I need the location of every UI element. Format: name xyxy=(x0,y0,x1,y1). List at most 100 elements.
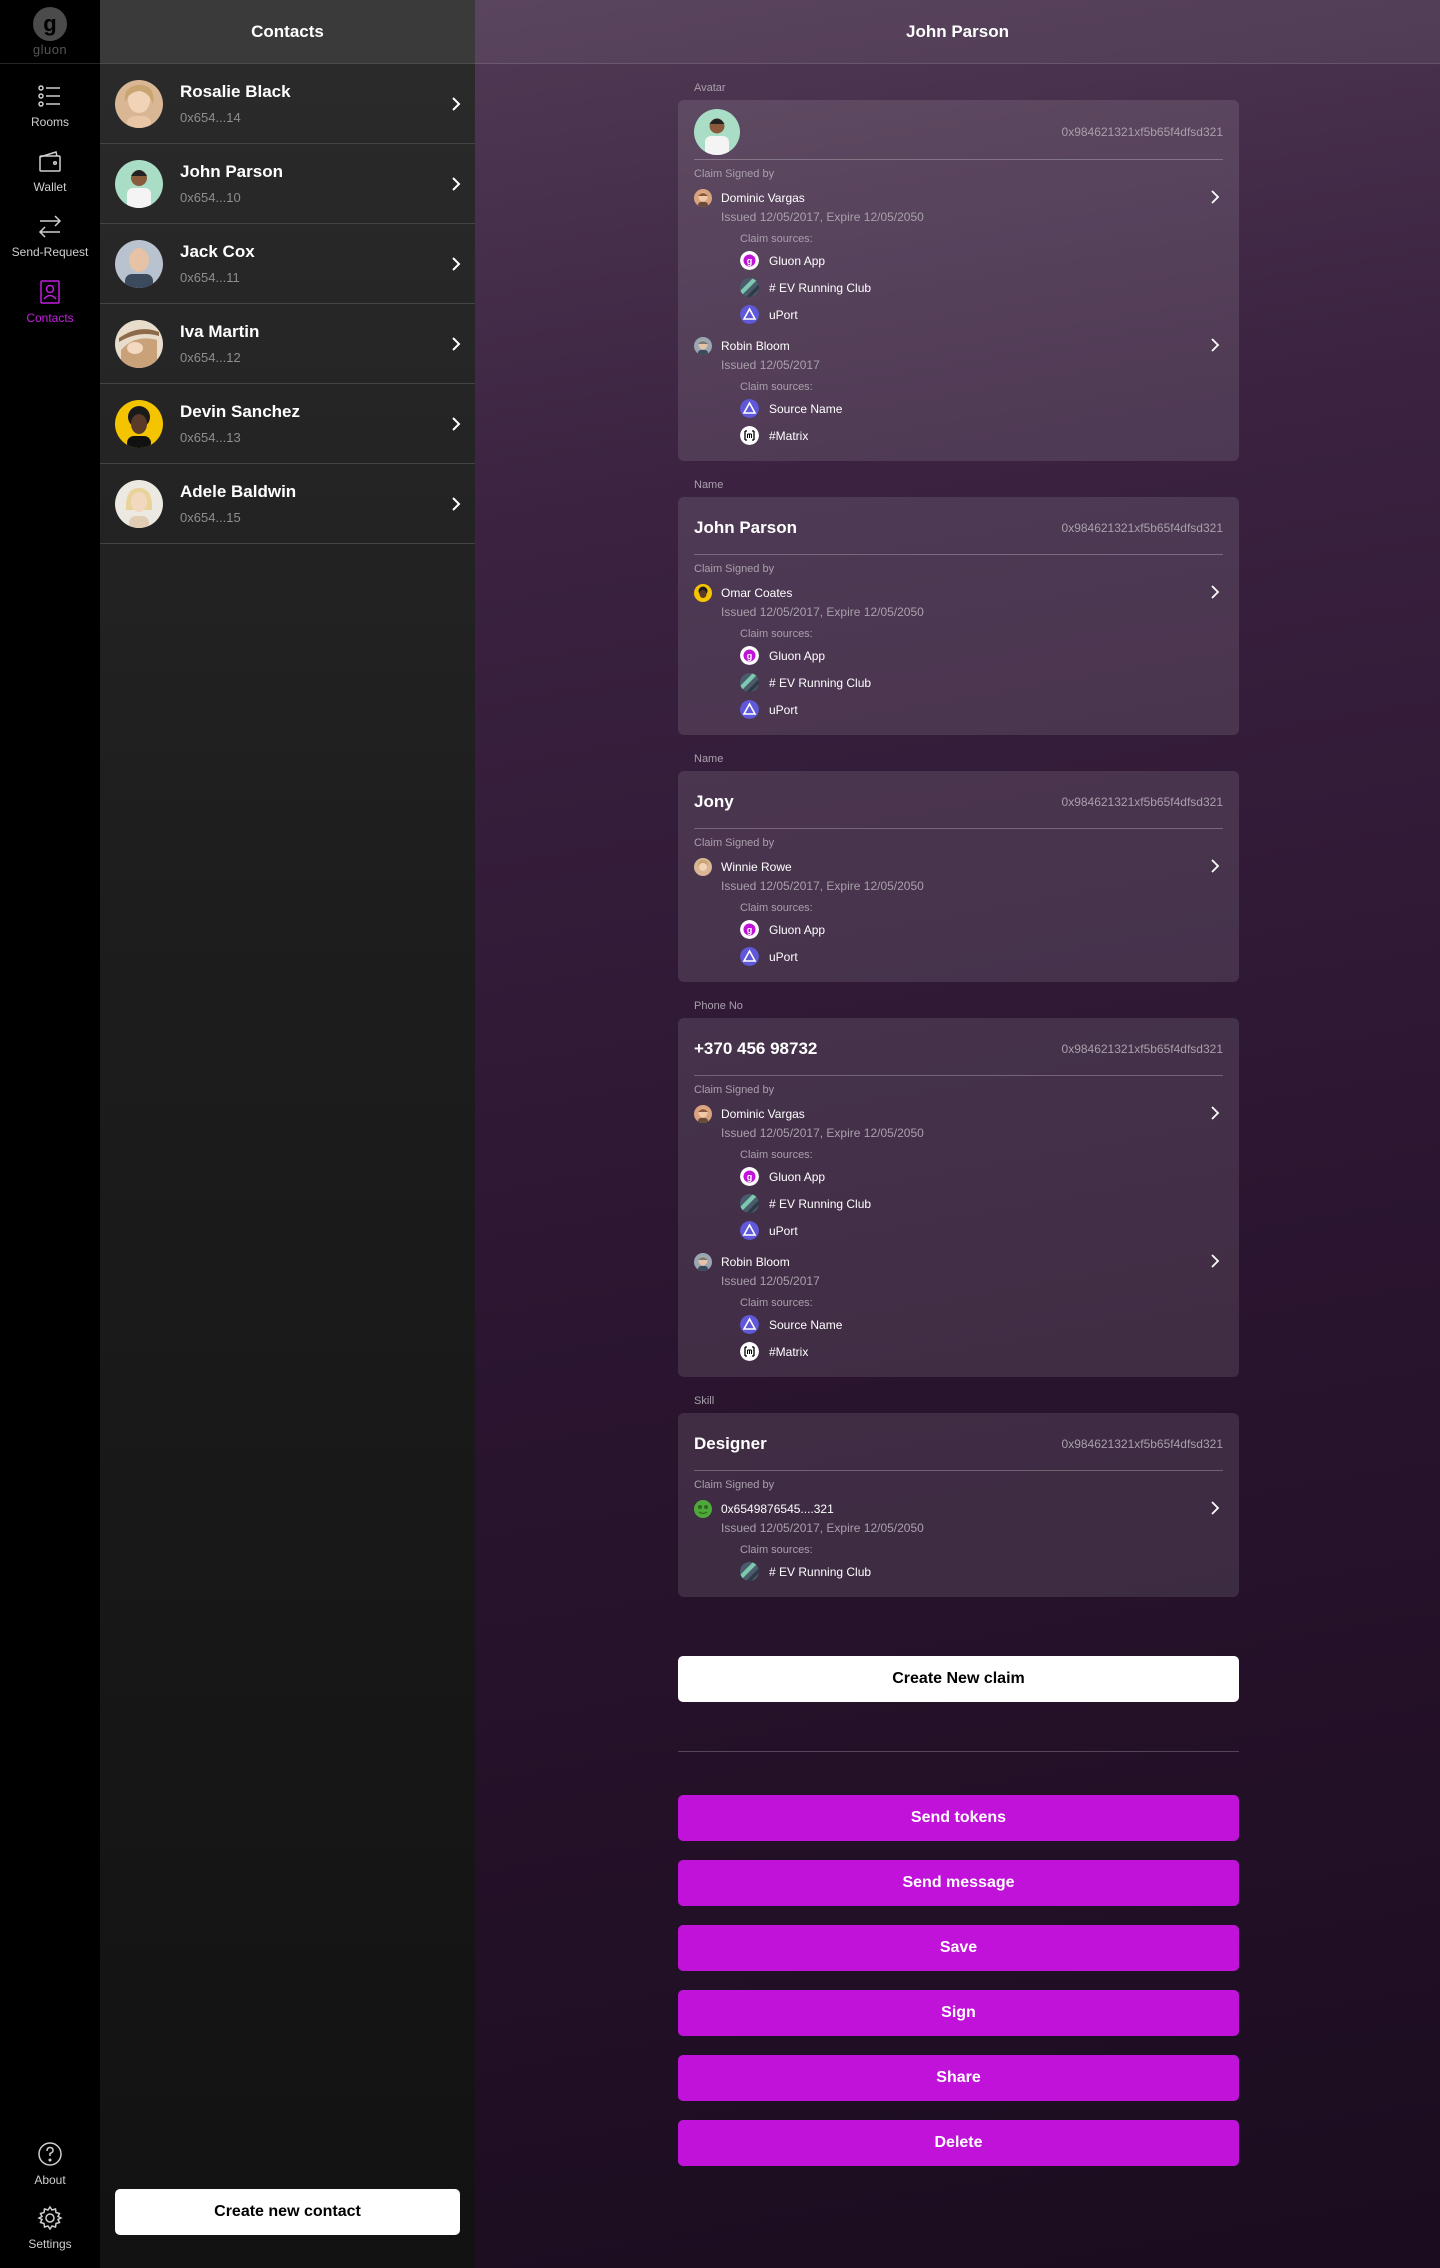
contact-list-item[interactable]: Devin Sanchez 0x654...13 xyxy=(100,384,475,464)
nav-item-wallet[interactable]: Wallet xyxy=(0,148,100,194)
avatar xyxy=(694,108,740,155)
signer-issued-date: Issued 12/05/2017 xyxy=(721,1274,820,1288)
running-club-icon xyxy=(740,278,759,297)
contact-list-item[interactable]: Iva Martin 0x654...12 xyxy=(100,304,475,384)
help-icon xyxy=(38,2142,62,2166)
nav-rail: g gluon Rooms Wallet Send-Request Contac… xyxy=(0,0,100,2268)
claim-source-item: # EV Running Club xyxy=(740,1190,1223,1217)
signer-name: Dominic Vargas xyxy=(721,191,805,205)
claim-source-item: uPort xyxy=(740,1217,1223,1244)
send-tokens-button[interactable]: Send tokens xyxy=(678,1795,1239,1841)
signer-name: Winnie Rowe xyxy=(721,860,792,874)
signer-issued-date: Issued 12/05/2017, Expire 12/05/2050 xyxy=(721,1521,924,1535)
nav-item-about[interactable]: About xyxy=(0,2141,100,2187)
save-button[interactable]: Save xyxy=(678,1925,1239,1971)
claim-signer[interactable]: Robin Bloom Issued 12/05/2017 Claim sour… xyxy=(694,336,1223,449)
claim-signer[interactable]: Winnie Rowe Issued 12/05/2017, Expire 12… xyxy=(694,857,1223,970)
claim-source-item: # EV Running Club xyxy=(740,1558,1223,1585)
contacts-icon xyxy=(40,280,60,304)
nav-label-send-request: Send-Request xyxy=(11,245,89,259)
claim-sources-label: Claim sources: xyxy=(740,902,813,914)
signer-issued-date: Issued 12/05/2017, Expire 12/05/2050 xyxy=(721,879,924,893)
claim-signer[interactable]: Dominic Vargas Issued 12/05/2017, Expire… xyxy=(694,1104,1223,1244)
claim-sources-label: Claim sources: xyxy=(740,1297,813,1309)
nav-item-send-request[interactable]: Send-Request xyxy=(0,213,100,259)
contact-address: 0x654...11 xyxy=(180,270,240,285)
claim-source-name: Gluon App xyxy=(769,648,826,663)
nav-item-settings[interactable]: Settings xyxy=(0,2205,100,2251)
avatar xyxy=(694,1105,712,1123)
contact-list-item[interactable]: Rosalie Black 0x654...14 xyxy=(100,64,475,144)
claim-header: +370 456 98732 0x984621321xf5b65f4dfsd32… xyxy=(694,1022,1223,1076)
claim-source-item: g Gluon App xyxy=(740,247,1223,274)
claim-sources-label: Claim sources: xyxy=(740,233,813,245)
svg-text:g: g xyxy=(747,925,753,935)
nav-item-contacts[interactable]: Contacts xyxy=(0,279,100,325)
gluon-icon: g xyxy=(740,251,759,270)
contact-address: 0x654...10 xyxy=(180,190,241,205)
claim-section-label: Name xyxy=(694,753,724,765)
signer-name: Robin Bloom xyxy=(721,339,790,353)
claim-source-item: #Matrix xyxy=(740,1338,1223,1365)
contact-list-item[interactable]: John Parson 0x654...10 xyxy=(100,144,475,224)
gluon-logo-mark: g xyxy=(33,6,67,41)
chevron-right-icon xyxy=(452,256,461,271)
chevron-right-icon xyxy=(1211,190,1220,204)
signer-issued-date: Issued 12/05/2017, Expire 12/05/2050 xyxy=(721,605,924,619)
nav-label-contacts: Contacts xyxy=(26,311,74,325)
sign-button[interactable]: Sign xyxy=(678,1990,1239,2036)
contact-list-item[interactable]: Adele Baldwin 0x654...15 xyxy=(100,464,475,544)
gluon-icon: g xyxy=(740,1167,759,1186)
claim-address: 0x984621321xf5b65f4dfsd321 xyxy=(1061,124,1223,139)
claim-value: Jony xyxy=(694,791,734,811)
claim-signer[interactable]: Robin Bloom Issued 12/05/2017 Claim sour… xyxy=(694,1252,1223,1365)
send-message-button[interactable]: Send message xyxy=(678,1860,1239,1906)
claim-source-name: uPort xyxy=(769,1223,798,1238)
nav-item-rooms[interactable]: Rooms xyxy=(0,83,100,129)
signer-name: Dominic Vargas xyxy=(721,1107,805,1121)
svg-text:g: g xyxy=(747,651,753,661)
contact-list-item[interactable]: Jack Cox 0x654...11 xyxy=(100,224,475,304)
claim-signer[interactable]: Dominic Vargas Issued 12/05/2017, Expire… xyxy=(694,188,1223,328)
claim-source-item: # EV Running Club xyxy=(740,274,1223,301)
transfer-icon xyxy=(38,215,62,238)
nav-label-settings: Settings xyxy=(28,2237,72,2251)
claim-sources-label: Claim sources: xyxy=(740,1544,813,1556)
avatar xyxy=(694,584,712,602)
chevron-right-icon xyxy=(452,416,461,431)
chevron-right-icon xyxy=(1211,338,1220,352)
signer-issued-date: Issued 12/05/2017, Expire 12/05/2050 xyxy=(721,1126,924,1140)
delete-button[interactable]: Delete xyxy=(678,2120,1239,2166)
claim-signed-by-label: Claim Signed by xyxy=(694,168,775,180)
avatar xyxy=(694,1500,712,1518)
avatar xyxy=(115,239,163,288)
claim-source-item: g Gluon App xyxy=(740,1163,1223,1190)
claim-signed-by-label: Claim Signed by xyxy=(694,563,775,575)
avatar xyxy=(694,337,712,355)
contact-name: Devin Sanchez xyxy=(180,402,300,421)
gear-icon xyxy=(37,2205,63,2231)
chevron-right-icon xyxy=(1211,1254,1220,1268)
chevron-right-icon xyxy=(452,176,461,191)
claim-card: +370 456 98732 0x984621321xf5b65f4dfsd32… xyxy=(678,1018,1239,1377)
claim-source-item: Source Name xyxy=(740,395,1223,422)
avatar xyxy=(694,1253,712,1271)
claim-source-name: uPort xyxy=(769,949,798,964)
page-title: John Parson xyxy=(475,0,1440,64)
create-new-claim-button[interactable]: Create New claim xyxy=(678,1656,1239,1702)
source-icon xyxy=(740,1315,759,1334)
claim-section-label: Skill xyxy=(694,1395,715,1407)
claim-address: 0x984621321xf5b65f4dfsd321 xyxy=(1061,520,1223,535)
claim-header: 0x984621321xf5b65f4dfsd321 xyxy=(694,104,1223,160)
claim-signer[interactable]: Omar Coates Issued 12/05/2017, Expire 12… xyxy=(694,583,1223,723)
claim-signer[interactable]: 0x6549876545....321 Issued 12/05/2017, E… xyxy=(694,1499,1223,1585)
share-button[interactable]: Share xyxy=(678,2055,1239,2101)
claim-header: Designer 0x984621321xf5b65f4dfsd321 xyxy=(694,1417,1223,1471)
create-new-contact-button[interactable]: Create new contact xyxy=(115,2189,460,2235)
claim-card: Jony 0x984621321xf5b65f4dfsd321 Claim Si… xyxy=(678,771,1239,982)
avatar xyxy=(694,189,712,207)
claim-source-name: uPort xyxy=(769,702,798,717)
svg-text:g: g xyxy=(747,256,753,266)
wallet-icon xyxy=(39,151,61,172)
gluon-icon: g xyxy=(740,920,759,939)
